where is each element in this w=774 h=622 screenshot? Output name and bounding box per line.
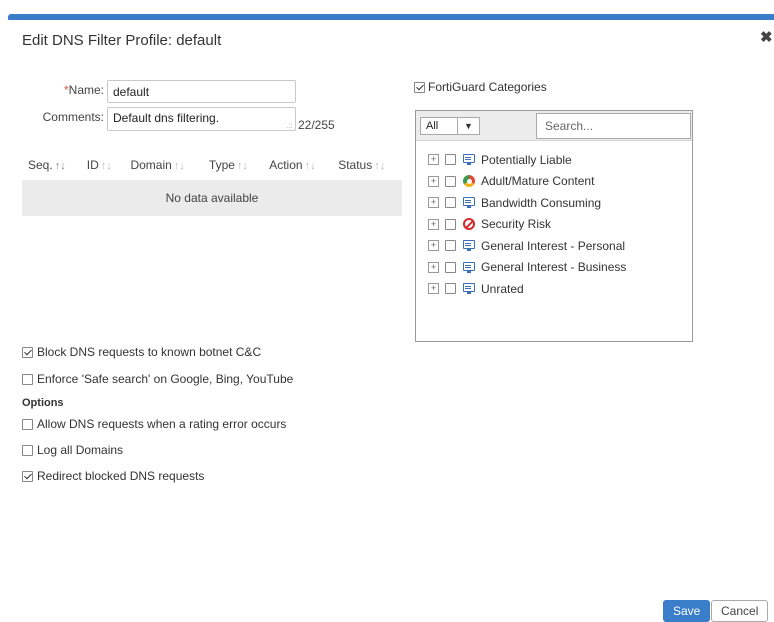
redirect-blocked-option[interactable]: Redirect blocked DNS requests <box>22 469 204 483</box>
expand-icon[interactable]: + <box>428 283 439 295</box>
col-label: Action <box>269 158 303 172</box>
sort-icon: ↑↓ <box>54 160 66 172</box>
category-item-bandwidth-consuming[interactable]: + Bandwidth Consuming <box>416 192 692 214</box>
col-header-id[interactable]: ID ↑↓ <box>81 150 125 180</box>
comments-char-count: 22/255 <box>298 118 335 132</box>
log-all-domains-label: Log all Domains <box>37 443 124 457</box>
expand-icon[interactable]: + <box>428 197 439 209</box>
safe-search-checkbox[interactable] <box>22 373 33 385</box>
category-label: General Interest - Business <box>481 260 627 275</box>
category-item-general-interest-personal[interactable]: + General Interest - Personal <box>416 235 692 257</box>
category-item-security-risk[interactable]: + Security Risk <box>416 214 692 236</box>
expand-icon[interactable]: + <box>428 240 439 252</box>
block-botnet-option[interactable]: Block DNS requests to known botnet C&C <box>22 345 261 359</box>
fortiguard-label: FortiGuard Categories <box>428 80 547 94</box>
table-header-row: Seq. ↑↓ ID ↑↓ Domain ↑↓ Type ↑↓ Action ↑↓ Sta… <box>22 150 402 180</box>
close-icon[interactable]: ✖ <box>760 30 773 46</box>
table-row: No data available <box>22 180 402 216</box>
allow-rating-error-checkbox[interactable] <box>22 418 33 430</box>
chevron-down-icon[interactable]: ▼ <box>457 118 479 134</box>
category-checkbox[interactable] <box>445 154 456 166</box>
allow-rating-error-label: Allow DNS requests when a rating error o… <box>37 417 287 431</box>
block-botnet-label: Block DNS requests to known botnet C&C <box>37 345 262 359</box>
empty-table-message: No data available <box>22 180 402 216</box>
resize-grip-icon[interactable]: .:: <box>286 122 293 130</box>
col-header-domain[interactable]: Domain ↑↓ <box>124 150 202 180</box>
expand-icon[interactable]: + <box>428 175 439 187</box>
col-header-type[interactable]: Type ↑↓ <box>203 150 263 180</box>
category-label: Bandwidth Consuming <box>481 195 602 210</box>
name-label: *Name: <box>40 83 104 97</box>
sort-icon: ↑↓ <box>236 160 248 172</box>
block-botnet-checkbox[interactable] <box>22 346 33 358</box>
col-label: Status <box>338 158 373 172</box>
category-search-input[interactable] <box>536 113 691 139</box>
cancel-button[interactable]: Cancel <box>711 600 769 622</box>
expand-icon[interactable]: + <box>428 261 439 273</box>
category-item-general-interest-business[interactable]: + General Interest - Business <box>416 257 692 279</box>
col-header-action[interactable]: Action ↑↓ <box>263 150 332 180</box>
category-label: Potentially Liable <box>481 152 572 167</box>
category-label: Unrated <box>481 281 524 296</box>
name-input[interactable] <box>107 80 296 103</box>
category-item-adult-mature[interactable]: + Adult/Mature Content <box>416 171 692 193</box>
col-label: Domain <box>130 158 172 172</box>
sort-icon: ↑↓ <box>374 160 386 172</box>
redirect-blocked-checkbox[interactable] <box>22 470 33 482</box>
category-label: Adult/Mature Content <box>481 174 595 189</box>
name-label-text: Name: <box>68 83 104 97</box>
col-header-seq[interactable]: Seq. ↑↓ <box>22 150 81 180</box>
log-all-domains-option[interactable]: Log all Domains <box>22 443 123 457</box>
category-panel-header: All ▼ <box>416 111 692 141</box>
log-all-domains-checkbox[interactable] <box>22 444 33 456</box>
col-label: Seq. <box>28 158 53 172</box>
sort-icon: ↑↓ <box>304 160 316 172</box>
category-item-potentially-liable[interactable]: + Potentially Liable <box>416 149 692 171</box>
sort-icon: ↑↓ <box>173 160 185 172</box>
sort-icon: ↑↓ <box>100 160 112 172</box>
fortiguard-checkbox[interactable] <box>414 81 425 93</box>
category-label: Security Risk <box>481 217 552 232</box>
redirect-blocked-label: Redirect blocked DNS requests <box>37 469 205 483</box>
safe-search-option[interactable]: Enforce 'Safe search' on Google, Bing, Y… <box>22 372 293 386</box>
adult-content-icon <box>463 175 475 188</box>
monitor-icon <box>463 154 475 166</box>
save-button[interactable]: Save <box>663 600 711 622</box>
category-filter-value: All <box>426 120 439 132</box>
expand-icon[interactable]: + <box>428 218 439 230</box>
safe-search-label: Enforce 'Safe search' on Google, Bing, Y… <box>37 372 294 386</box>
category-checkbox[interactable] <box>445 283 456 295</box>
category-checkbox[interactable] <box>445 197 456 209</box>
category-checkbox[interactable] <box>445 175 456 187</box>
category-label: General Interest - Personal <box>481 238 626 253</box>
monitor-icon <box>463 197 475 209</box>
category-filter-select[interactable]: All ▼ <box>420 117 480 135</box>
dialog-title: Edit DNS Filter Profile: default <box>22 32 222 49</box>
category-checkbox[interactable] <box>445 261 456 273</box>
fortiguard-categories-toggle[interactable]: FortiGuard Categories <box>414 80 547 94</box>
category-checkbox[interactable] <box>445 218 456 230</box>
comments-label: Comments: <box>42 110 104 124</box>
options-heading: Options <box>22 397 64 409</box>
monitor-icon <box>463 240 475 252</box>
dns-filter-table: Seq. ↑↓ ID ↑↓ Domain ↑↓ Type ↑↓ Action ↑↓ Sta… <box>22 150 402 216</box>
col-label: Type <box>208 158 235 172</box>
comments-textarea[interactable]: Default dns filtering. <box>107 107 296 131</box>
col-label: ID <box>86 158 99 172</box>
category-item-unrated[interactable]: + Unrated <box>416 278 692 300</box>
dialog-top-bar <box>8 14 774 20</box>
monitor-icon <box>463 261 475 273</box>
category-panel: All ▼ + Potentially Liable + Adult/Matur… <box>415 110 693 342</box>
col-header-status[interactable]: Status ↑↓ <box>332 150 402 180</box>
monitor-icon <box>463 283 475 295</box>
security-risk-icon <box>463 218 475 231</box>
allow-rating-error-option[interactable]: Allow DNS requests when a rating error o… <box>22 417 286 431</box>
expand-icon[interactable]: + <box>428 154 439 166</box>
category-checkbox[interactable] <box>445 240 456 252</box>
category-list: + Potentially Liable + Adult/Mature Cont… <box>416 141 692 300</box>
